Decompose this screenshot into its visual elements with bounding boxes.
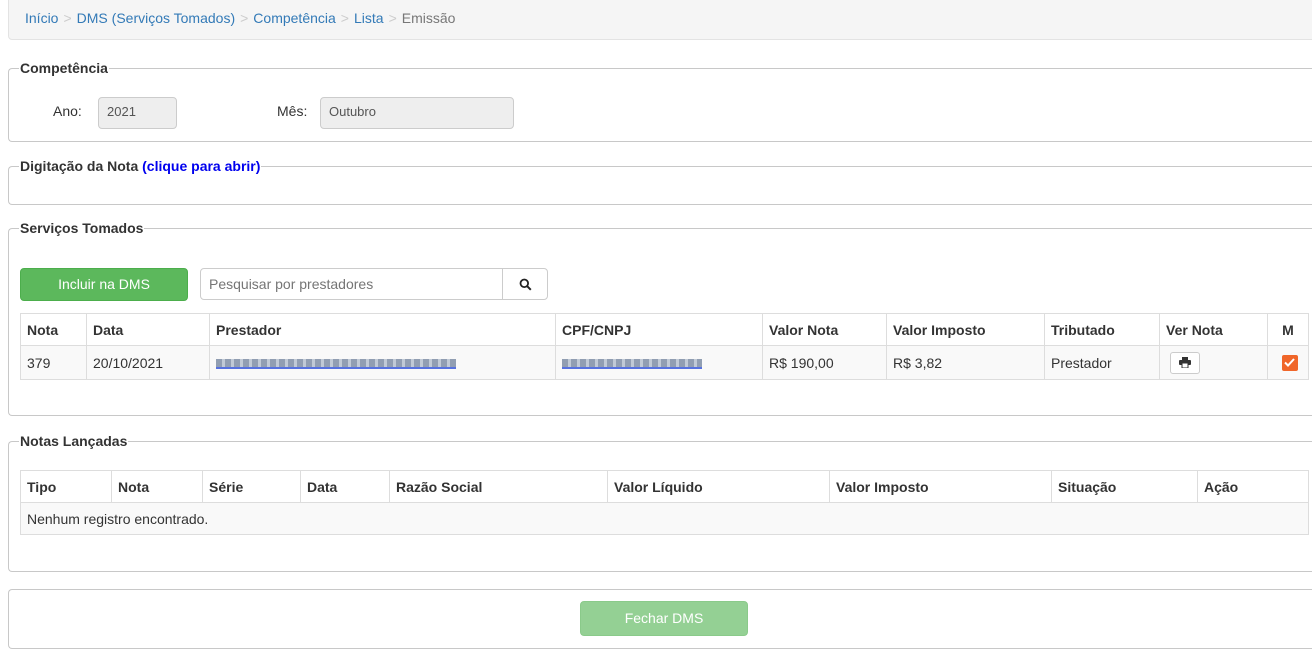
col-cpf-cnpj: CPF/CNPJ <box>555 313 763 346</box>
search-icon <box>519 278 532 291</box>
empty-row: Nenhum registro encontrado. <box>20 502 1309 535</box>
mes-field: Outubro <box>320 97 514 129</box>
breadcrumb-separator: > <box>340 10 349 26</box>
notas-table: Tipo Nota Série Data Razão Social Valor … <box>20 470 1309 535</box>
col-acao: Ação <box>1197 470 1309 503</box>
cell-cpf-cnpj <box>555 345 763 380</box>
cell-data: 20/10/2021 <box>86 345 210 380</box>
check-icon <box>1284 358 1295 368</box>
cell-valor-nota: R$ 190,00 <box>762 345 887 380</box>
col-nota: Nota <box>20 313 87 346</box>
col-valor-liquido: Valor Líquido <box>607 470 830 503</box>
col-data: Data <box>300 470 390 503</box>
cell-nota: 379 <box>20 345 87 380</box>
servicos-table: Nota Data Prestador CPF/CNPJ Valor Nota … <box>20 313 1309 380</box>
col-tributado: Tributado <box>1044 313 1160 346</box>
col-data: Data <box>86 313 210 346</box>
breadcrumb-separator: > <box>388 10 397 26</box>
digitacao-legend: Digitação da Nota (clique para abrir) <box>19 158 261 174</box>
cell-valor-imposto: R$ 3,82 <box>886 345 1045 380</box>
breadcrumb-separator: > <box>240 10 249 26</box>
open-digitacao-link[interactable]: (clique para abrir) <box>142 158 260 174</box>
cell-prestador <box>209 345 556 380</box>
table-row: 379 20/10/2021 R$ 190,00 R$ 3,82 Prestad… <box>20 345 1309 380</box>
breadcrumb-competencia[interactable]: Competência <box>253 10 336 26</box>
ano-field: 2021 <box>98 97 177 129</box>
breadcrumb-separator: > <box>63 10 72 26</box>
ano-label: Ano: <box>53 103 82 119</box>
col-ver-nota: Ver Nota <box>1159 313 1268 346</box>
servicos-legend: Serviços Tomados <box>20 220 144 236</box>
cell-ver-nota <box>1159 345 1268 380</box>
col-prestador: Prestador <box>209 313 556 346</box>
cell-tributado: Prestador <box>1044 345 1160 380</box>
cell-m <box>1267 345 1309 380</box>
notas-legend: Notas Lançadas <box>20 433 128 449</box>
col-razao-social: Razão Social <box>389 470 608 503</box>
fechar-dms-button[interactable]: Fechar DMS <box>580 601 748 636</box>
digitacao-title: Digitação da Nota <box>20 158 139 174</box>
breadcrumb-dms[interactable]: DMS (Serviços Tomados) <box>77 10 235 26</box>
col-serie: Série <box>202 470 301 503</box>
redacted-prestador <box>216 358 456 369</box>
col-tipo: Tipo <box>20 470 112 503</box>
select-checkbox[interactable] <box>1281 354 1298 371</box>
col-valor-imposto: Valor Imposto <box>829 470 1052 503</box>
table-header-row: Nota Data Prestador CPF/CNPJ Valor Nota … <box>20 313 1309 346</box>
print-icon <box>1179 357 1191 368</box>
breadcrumb-lista[interactable]: Lista <box>354 10 384 26</box>
search-button[interactable] <box>502 268 548 300</box>
empty-message: Nenhum registro encontrado. <box>20 502 1309 535</box>
search-input[interactable] <box>200 268 503 300</box>
competencia-section: Competência <box>8 60 1312 142</box>
breadcrumb-inicio[interactable]: Início <box>25 10 58 26</box>
competencia-legend: Competência <box>20 60 108 76</box>
col-valor-nota: Valor Nota <box>762 313 887 346</box>
col-m: M <box>1267 313 1309 346</box>
breadcrumb: Início > DMS (Serviços Tomados) > Competênci… <box>8 0 1312 40</box>
print-button[interactable] <box>1170 351 1200 374</box>
table-header-row: Tipo Nota Série Data Razão Social Valor … <box>20 470 1309 503</box>
redacted-cpf-cnpj <box>562 358 702 369</box>
digitacao-section: Digitação da Nota (clique para abrir) <box>8 158 1312 205</box>
mes-label: Mês: <box>277 103 308 119</box>
incluir-dms-button[interactable]: Incluir na DMS <box>20 268 188 301</box>
col-nota: Nota <box>111 470 203 503</box>
col-valor-imposto: Valor Imposto <box>886 313 1045 346</box>
breadcrumb-current: Emissão <box>401 10 456 26</box>
col-situacao: Situação <box>1051 470 1198 503</box>
